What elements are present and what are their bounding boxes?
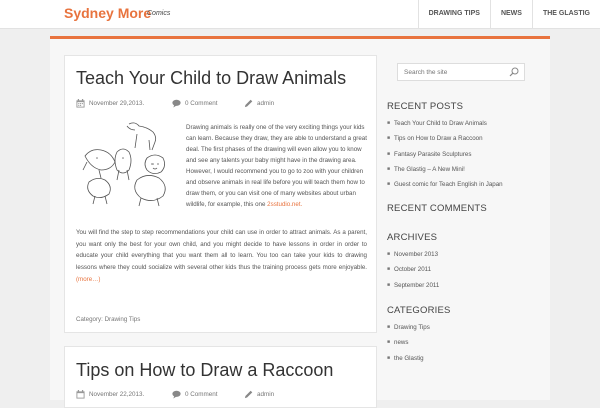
list-item: ■ Fantasy Parasite Sculptures [387,147,503,162]
search-icon[interactable] [509,67,519,77]
bullet-icon: ■ [387,339,391,346]
list-item: ■ Tips on How to Draw a Raccoon [387,131,503,146]
pencil-icon [244,99,253,108]
post-meta: November 29,2013. 0 Comment admin [76,99,366,109]
accent-divider [50,36,550,39]
bullet-icon: ■ [387,354,391,361]
search-input[interactable] [404,67,504,77]
bullet-icon: ■ [387,266,391,273]
site-description: Comics [147,10,171,17]
list-item: ■ Drawing Tips [387,320,430,335]
post-author-text[interactable]: admin [257,391,274,398]
read-more-link[interactable]: (more…) [76,276,100,283]
calendar-icon [76,99,85,108]
list-item: ■ September 2011 [387,278,439,293]
post-body-text: You will find the step to step recommend… [76,229,367,272]
calendar-icon [76,390,85,399]
post-title[interactable]: Tips on How to Draw a Raccoon [76,360,333,381]
post-date-text: November 29,2013. [89,100,145,107]
nav-item-the-glastig[interactable]: THE GLASTIG [531,0,600,28]
recent-post-link[interactable]: Tips on How to Draw a Raccoon [394,131,483,146]
post-author[interactable]: admin [244,99,274,108]
post-excerpt-text: Drawing animals is really one of the ver… [186,124,367,208]
bullet-icon: ■ [387,281,391,288]
archive-link[interactable]: September 2011 [394,278,439,293]
post-date-text: November 22,2013. [89,391,145,398]
recent-posts-title: RECENT POSTS [387,101,464,112]
list-item: ■ November 2013 [387,247,439,262]
post-excerpt: Drawing animals is really one of the ver… [186,122,367,210]
list-item: ■ the Glastig [387,351,430,366]
archives-title: ARCHIVES [387,232,438,243]
bullet-icon: ■ [387,181,391,188]
post-date: November 29,2013. [76,99,144,108]
archive-link[interactable]: October 2011 [394,262,431,277]
animal-sketch-image[interactable] [77,118,177,218]
post-comments-text[interactable]: 0 Comment [185,391,218,398]
post-category: Category: Drawing Tips [76,316,140,323]
nav-item-news[interactable]: NEWS [489,0,532,28]
list-item: ■ news [387,335,430,350]
recent-post-link[interactable]: The Glastig – A New Mini! [394,162,465,177]
recent-posts-list: ■ Teach Your Child to Draw Animals ■ Tips … [387,116,503,192]
pencil-icon [244,390,253,399]
category-link[interactable]: Drawing Tips [394,320,430,335]
recent-comments-title: RECENT COMMENTS [387,203,487,214]
post-comments[interactable]: 0 Comment [172,390,218,399]
header-bar: Sydney More Comics DRAWING TIPS NEWS THE… [0,0,600,29]
categories-list: ■ Drawing Tips ■ news ■ the Glastig [387,320,430,366]
category-link[interactable]: the Glastig [394,351,424,366]
category-label: Category: [76,316,103,323]
archives-list: ■ November 2013 ■ October 2011 ■ September … [387,247,439,293]
main-nav: DRAWING TIPS NEWS THE GLASTIG [417,0,600,28]
post-title[interactable]: Teach Your Child to Draw Animals [76,68,346,89]
comment-icon [172,390,181,399]
bullet-icon: ■ [387,150,391,157]
category-link[interactable]: news [394,335,408,350]
post-comments[interactable]: 0 Comment [172,99,218,108]
archive-link[interactable]: November 2013 [394,247,438,262]
list-item: ■ October 2011 [387,262,439,277]
post-article: Tips on How to Draw a Raccoon November 2… [64,346,377,408]
post-author[interactable]: admin [244,390,274,399]
excerpt-link[interactable]: 2sstudio.net. [267,201,302,208]
list-item: ■ The Glastig – A New Mini! [387,162,503,177]
bullet-icon: ■ [387,135,391,142]
recent-post-link[interactable]: Guest comic for Teach English in Japan [394,177,503,192]
post-date: November 22,2013. [76,390,144,399]
categories-title: CATEGORIES [387,305,451,316]
bullet-icon: ■ [387,165,391,172]
recent-post-link[interactable]: Fantasy Parasite Sculptures [394,147,471,162]
list-item: ■ Guest comic for Teach English in Japan [387,177,503,192]
bullet-icon: ■ [387,324,391,330]
category-link[interactable]: Drawing Tips [105,316,141,323]
comment-icon [172,99,181,108]
post-article: Teach Your Child to Draw Animals Novembe… [64,55,377,333]
list-item: ■ Teach Your Child to Draw Animals [387,116,503,131]
post-author-text[interactable]: admin [257,100,274,107]
post-body: You will find the step to step recommend… [76,227,367,286]
bullet-icon: ■ [387,251,391,257]
site-title[interactable]: Sydney More [64,5,151,21]
nav-item-drawing-tips[interactable]: DRAWING TIPS [417,0,490,28]
bullet-icon: ■ [387,120,391,126]
search-box [397,63,525,81]
post-comments-text[interactable]: 0 Comment [185,100,218,107]
post-meta: November 22,2013. 0 Comment admin [76,390,366,400]
recent-post-link[interactable]: Teach Your Child to Draw Animals [394,116,487,131]
